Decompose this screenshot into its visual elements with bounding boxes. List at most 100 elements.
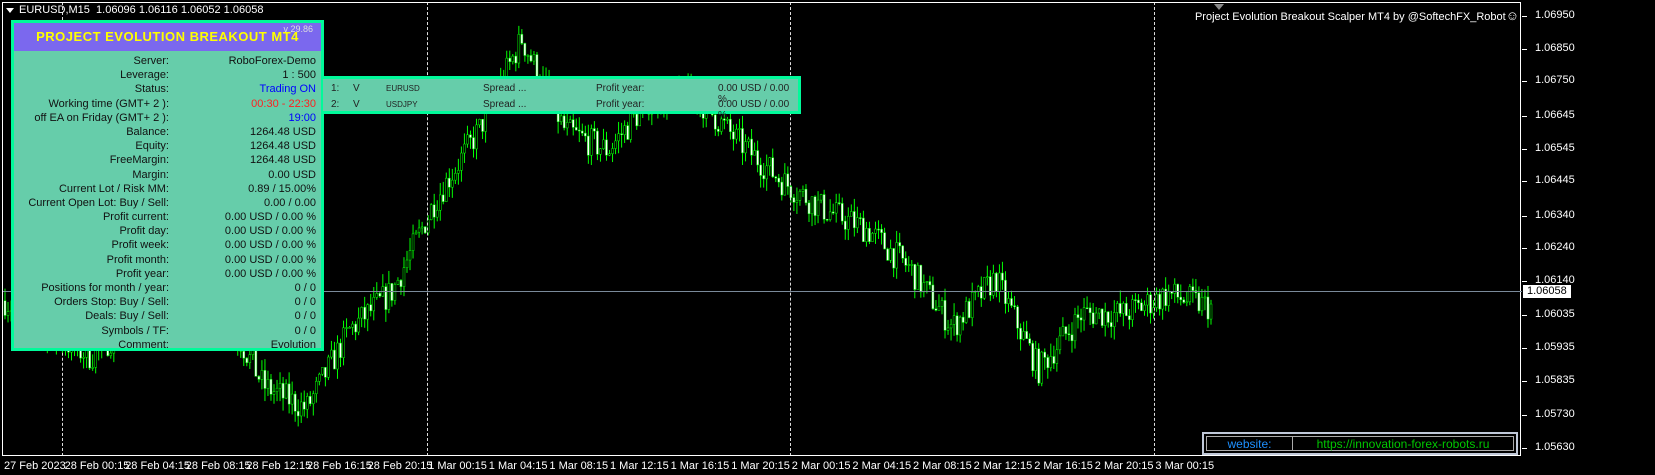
- info-row: off EA on Friday (GMT+ 2 ): 19:00: [14, 111, 321, 125]
- info-value: 0 / 0: [294, 310, 316, 323]
- info-value: 0 / 0: [294, 296, 316, 309]
- price-label: 1.06240: [1535, 241, 1575, 254]
- info-value: 0 / 0: [294, 324, 316, 337]
- info-value: 1264.48 USD: [249, 154, 316, 167]
- symbol-flag: V: [353, 83, 360, 94]
- time-label: 28 Feb 20:15: [367, 460, 433, 472]
- website-label: website:: [1207, 437, 1293, 451]
- time-label: 1 Mar 00:15: [428, 460, 487, 472]
- info-value: 0.00 USD / 0.00 %: [224, 239, 316, 252]
- time-label: 1 Mar 12:15: [610, 460, 669, 472]
- info-row: Margin: 0.00 USD: [14, 168, 321, 182]
- info-row: Profit week: 0.00 USD / 0.00 %: [14, 238, 321, 252]
- price-tick: [1522, 248, 1527, 250]
- symbol-spread: Spread ...: [483, 83, 527, 94]
- info-key: Server:: [133, 55, 169, 67]
- price-label: 1.05630: [1535, 440, 1575, 453]
- info-key: Working time (GMT+ 2 ):: [48, 97, 169, 110]
- current-price-label: 1.06058: [1523, 285, 1571, 298]
- info-value: 0.00 USD / 0.00 %: [224, 225, 316, 238]
- info-key: FreeMargin:: [109, 154, 169, 167]
- info-row: Positions for month / year: 0 / 0: [14, 281, 321, 295]
- time-label: 1 Mar 08:15: [549, 460, 609, 472]
- info-row: Equity: 1264.48 USD: [14, 139, 321, 153]
- time-label: 2 Mar 04:15: [852, 460, 912, 472]
- price-tick: [1522, 447, 1527, 449]
- website-link[interactable]: https://innovation-forex-robots.ru: [1293, 437, 1513, 451]
- info-row: Working time (GMT+ 2 ): 00:30 - 22:30: [14, 97, 321, 111]
- dropdown-icon[interactable]: [6, 7, 14, 13]
- symbol-spread: Spread ...: [483, 99, 527, 110]
- ohlc-values: 1.06096 1.06116 1.06052 1.06058: [96, 4, 264, 16]
- price-label: 1.06950: [1535, 9, 1575, 21]
- price-tick: [1522, 315, 1527, 317]
- info-row: Profit day: 0.00 USD / 0.00 %: [14, 224, 321, 238]
- symbol-sym: USDJPY: [386, 100, 418, 109]
- info-row: FreeMargin: 1264.48 USD: [14, 153, 321, 167]
- symbol-row[interactable]: 1: V EURUSD Spread ... Profit year: 0.00 USD …: [323, 83, 798, 105]
- price-tick: [1522, 148, 1527, 150]
- price-label: 1.06445: [1535, 174, 1575, 187]
- time-label: 2 Mar 20:15: [1094, 460, 1154, 472]
- info-row: Current Open Lot: Buy / Sell: 0.00 / 0.00: [14, 196, 321, 210]
- info-value: Trading ON: [259, 83, 316, 96]
- price-label: 1.06850: [1535, 41, 1575, 54]
- version-label: v 29.86: [283, 24, 313, 34]
- price-tick: [1522, 48, 1527, 50]
- info-value: RoboForex-Demo: [228, 55, 316, 67]
- info-value: 0.00 USD / 0.00 %: [224, 253, 316, 266]
- info-row: Profit month: 0.00 USD / 0.00 %: [14, 253, 321, 267]
- time-label: 2 Mar 00:15: [791, 460, 851, 472]
- symbol-flag: V: [353, 99, 360, 110]
- website-box: website: https://innovation-forex-robots.…: [1202, 432, 1518, 455]
- price-label: 1.05730: [1535, 408, 1575, 421]
- price-tick: [1522, 16, 1527, 17]
- time-label: 27 Feb 2023: [4, 460, 66, 472]
- info-key: Balance:: [126, 125, 169, 138]
- panel-header: PROJECT EVOLUTION BREAKOUT MT4 v 29.86: [14, 23, 321, 51]
- info-value: 1 : 500: [282, 69, 316, 82]
- price-tick: [1522, 215, 1527, 217]
- info-row: Symbols / TF: 0 / 0: [14, 324, 321, 338]
- ea-name: Project Evolution Breakout Scalper MT4 b…: [1195, 8, 1519, 23]
- ea-info-panel: PROJECT EVOLUTION BREAKOUT MT4 v 29.86 Se…: [11, 20, 324, 351]
- price-tick: [1522, 380, 1527, 382]
- price-tick: [1522, 348, 1527, 350]
- info-value: 0.89 / 15.00%: [248, 182, 316, 195]
- info-value: 0.00 USD / 0.00 %: [224, 211, 316, 224]
- time-label: 3 Mar 00:15: [1155, 460, 1215, 472]
- price-label: 1.06340: [1535, 208, 1575, 221]
- info-row: Leverage: 1 : 500: [14, 68, 321, 82]
- time-label: 1 Mar 16:15: [670, 460, 730, 472]
- symbol-pv: 0.00 USD / 0.00 %: [718, 99, 790, 121]
- info-value: 00:30 - 22:30: [251, 97, 316, 110]
- symbol-pl: Profit year:: [596, 99, 645, 110]
- time-label: 1 Mar 04:15: [488, 460, 548, 472]
- price-label: 1.05835: [1535, 373, 1575, 386]
- info-key: Profit month:: [106, 253, 169, 266]
- info-key: Comment:: [118, 338, 169, 351]
- time-label: 28 Feb 12:15: [246, 460, 312, 472]
- info-value: 0.00 / 0.00: [264, 196, 316, 209]
- info-value: 0.00 USD: [268, 168, 316, 181]
- time-label: 2 Mar 08:15: [913, 460, 972, 472]
- price-tick: [1522, 81, 1527, 83]
- info-key: Profit day:: [119, 225, 169, 238]
- info-value: 1264.48 USD: [249, 140, 316, 153]
- time-label: 28 Feb 08:15: [185, 460, 251, 472]
- symbols-panel: 1: V EURUSD Spread ... Profit year: 0.00 USD …: [323, 76, 801, 121]
- time-label: 1 Mar 20:15: [731, 460, 790, 472]
- time-label: 2 Mar 16:15: [1034, 460, 1093, 472]
- info-row: Deals: Buy / Sell: 0 / 0: [14, 309, 321, 323]
- info-row: Status: Trading ON: [14, 82, 321, 96]
- smiley-icon: ☺: [1505, 8, 1519, 23]
- price-label: 1.06035: [1535, 308, 1575, 321]
- info-value: 1264.48 USD: [249, 125, 316, 138]
- symbol-row[interactable]: 2: V USDJPY Spread ... Profit year: 0.00 USD …: [323, 99, 798, 121]
- price-tick: [1522, 415, 1527, 417]
- symbol-pl: Profit year:: [596, 83, 645, 94]
- info-key: Profit year:: [115, 267, 169, 280]
- info-key: Status:: [134, 83, 169, 96]
- symbol-info: EURUSD,M15 1.06096 1.06116 1.06052 1.060…: [6, 4, 263, 16]
- panel-title: PROJECT EVOLUTION BREAKOUT MT4: [36, 29, 299, 44]
